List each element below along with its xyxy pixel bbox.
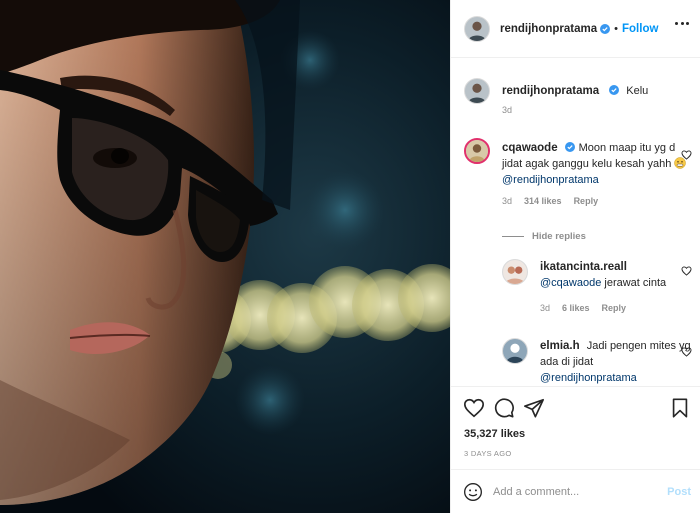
- emoji-smile-icon[interactable]: [463, 482, 483, 502]
- post-header: rendijhonpratama • Follow: [451, 0, 700, 58]
- caption-time[interactable]: 3d: [502, 105, 512, 115]
- bookmark-icon[interactable]: [669, 397, 691, 419]
- reply-like-heart-icon[interactable]: [681, 266, 692, 276]
- verified-badge-icon: [564, 142, 575, 152]
- caption: rendijhonpratama Kelu 3d: [464, 78, 691, 115]
- reply-time[interactable]: 3d: [540, 303, 550, 313]
- comments-section[interactable]: rendijhonpratama Kelu 3d cqawaode Moon ma…: [451, 59, 700, 386]
- avatar[interactable]: [464, 138, 490, 164]
- comment-icon[interactable]: [493, 397, 515, 419]
- more-options-icon[interactable]: [675, 22, 689, 26]
- avatar[interactable]: [502, 259, 528, 285]
- post-sidebar: rendijhonpratama • Follow rendijhonprata…: [450, 0, 700, 513]
- portrait-image: [0, 0, 450, 513]
- separator-dot: •: [614, 22, 618, 35]
- caption-text: Kelu: [626, 85, 649, 97]
- comment-username[interactable]: cqawaode: [502, 142, 558, 154]
- caption-username[interactable]: rendijhonpratama: [502, 85, 599, 97]
- reply-mention[interactable]: @rendijhonpratama: [540, 372, 637, 384]
- hide-replies-button[interactable]: Hide replies: [502, 231, 586, 242]
- action-bar: 35,327 likes 3 DAYS AGO: [451, 386, 700, 461]
- reply-username[interactable]: elmia.h: [540, 340, 580, 352]
- reply-mention[interactable]: @cqawaode: [540, 277, 601, 289]
- reply: ikatancinta.reall @cqawaode jerawat cint…: [502, 259, 691, 313]
- comment-like-heart-icon[interactable]: [681, 150, 692, 160]
- avatar[interactable]: [502, 338, 528, 364]
- post-date[interactable]: 3 DAYS AGO: [464, 449, 511, 458]
- reply-text: jerawat cinta: [604, 277, 667, 289]
- avatar[interactable]: [464, 15, 490, 42]
- share-icon[interactable]: [523, 397, 545, 419]
- follow-button[interactable]: Follow: [622, 23, 658, 35]
- likes-count[interactable]: 35,327 likes: [464, 428, 525, 440]
- comment-likes[interactable]: 314 likes: [524, 196, 562, 206]
- verified-badge-icon: [609, 85, 620, 95]
- post-button[interactable]: Post: [667, 486, 691, 498]
- reply-like-heart-icon[interactable]: [681, 347, 692, 357]
- avatar[interactable]: [464, 78, 490, 104]
- comment-input[interactable]: [493, 485, 653, 498]
- reply-username[interactable]: ikatancinta.reall: [540, 261, 627, 273]
- heart-icon[interactable]: [463, 397, 485, 419]
- post-photo[interactable]: [0, 0, 450, 513]
- verified-badge-icon: [600, 23, 611, 34]
- reply: elmia.h Jadi pengen mites yg ada di jida…: [502, 338, 691, 386]
- reply-button[interactable]: Reply: [602, 303, 627, 313]
- instagram-post: rendijhonpratama • Follow rendijhonprata…: [0, 0, 700, 513]
- comment: cqawaode Moon maap itu yg d jidat agak ga…: [464, 138, 691, 206]
- comment-mention[interactable]: @rendijhonpratama: [502, 174, 599, 186]
- add-comment-bar: Post: [451, 469, 700, 513]
- reply-likes[interactable]: 6 likes: [562, 303, 590, 313]
- reply-button[interactable]: Reply: [574, 196, 599, 206]
- comment-time[interactable]: 3d: [502, 196, 512, 206]
- header-username[interactable]: rendijhonpratama: [500, 23, 597, 35]
